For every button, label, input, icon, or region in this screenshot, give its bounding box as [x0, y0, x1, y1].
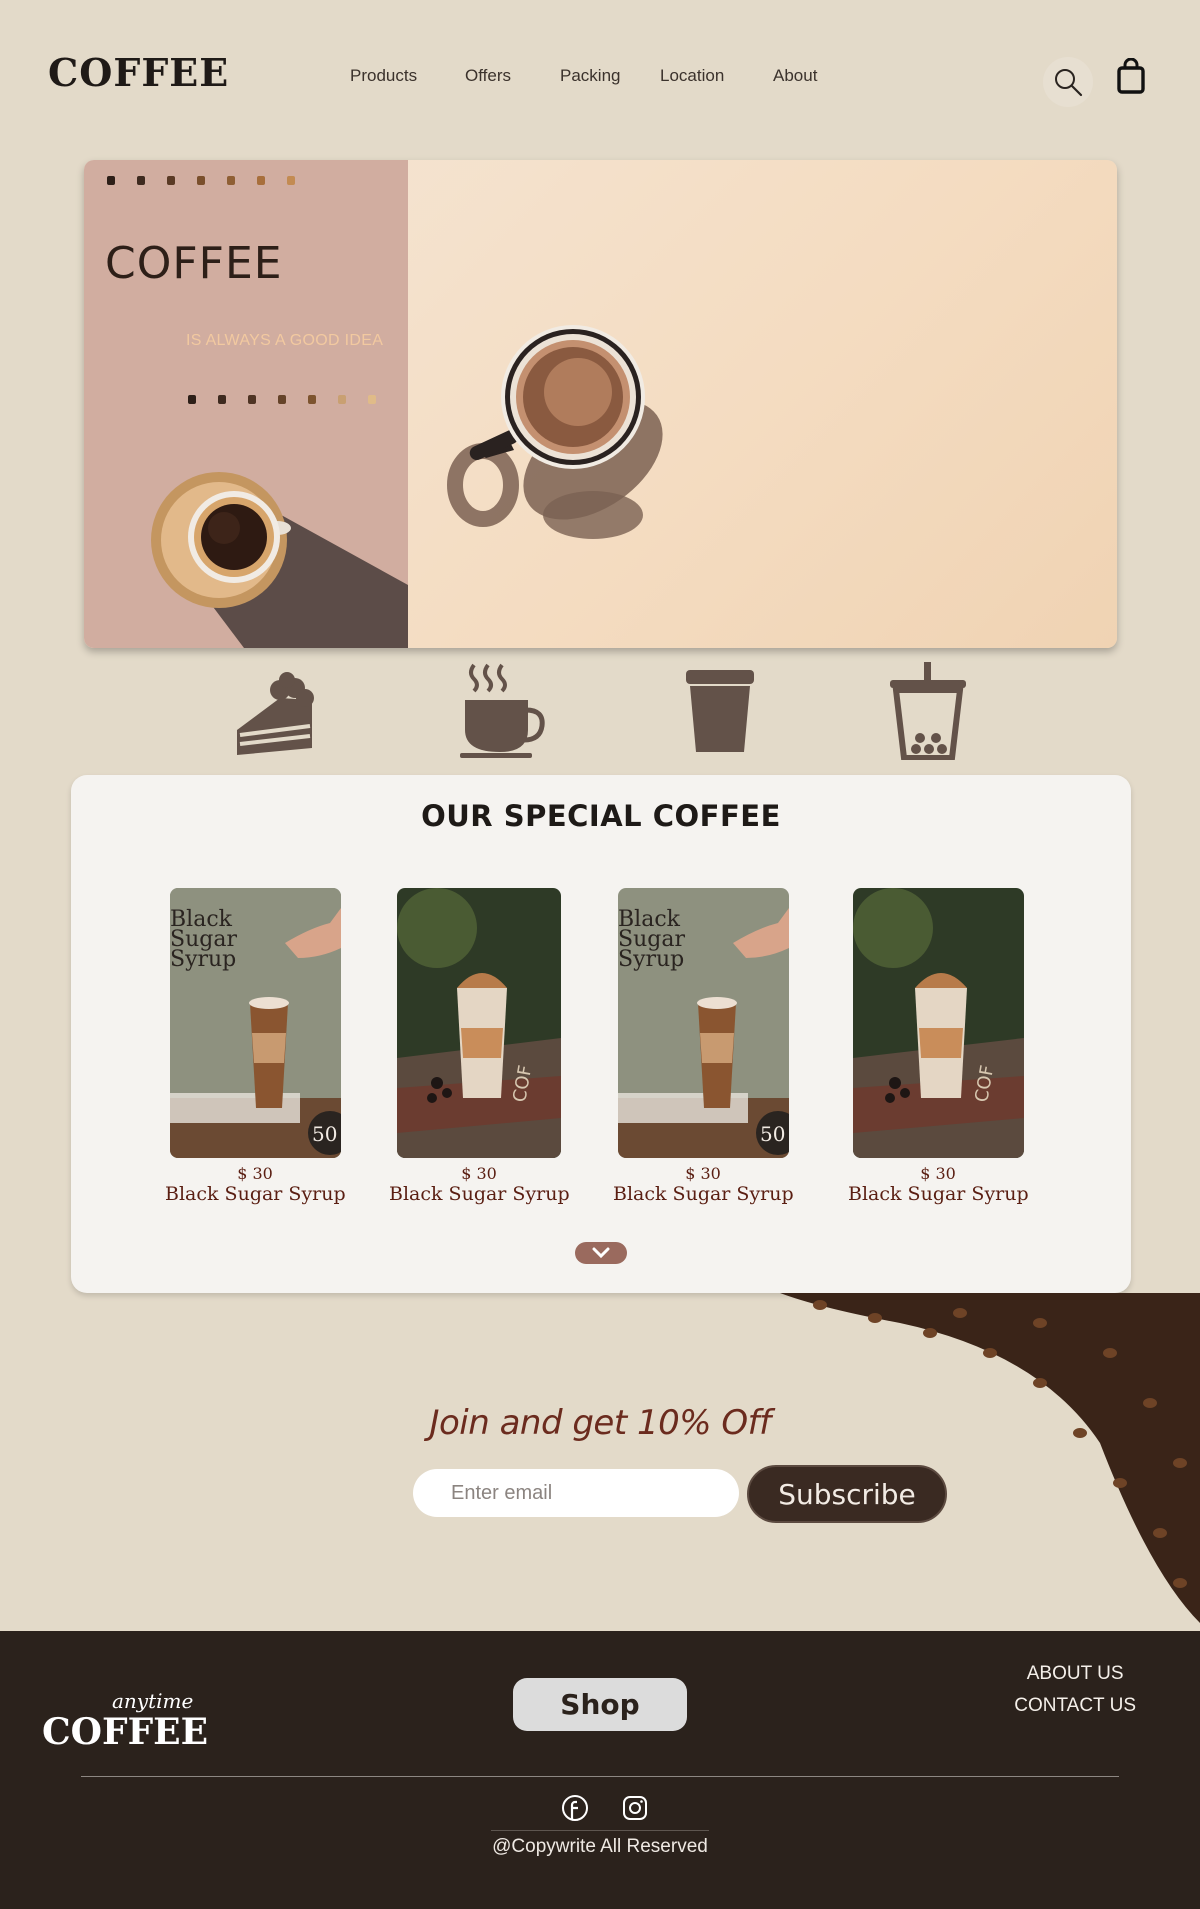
svg-text:Syrup: Syrup: [618, 947, 684, 972]
hero-subtitle: IS ALWAYS A GOOD IDEA: [186, 332, 384, 349]
hero-text-panel: COFFEE IS ALWAYS A GOOD IDEA: [84, 160, 408, 648]
discount-badge: 50: [312, 1122, 337, 1146]
product-name: Black Sugar Syrup: [848, 1183, 1029, 1205]
nav-link-packing[interactable]: Packing: [560, 66, 620, 86]
subscribe-button[interactable]: Subscribe: [747, 1465, 947, 1523]
hero-banner: COFFEE IS ALWAYS A GOOD IDEA: [84, 160, 1117, 648]
newsletter-section: Join and get 10% Off Subscribe: [0, 1293, 1200, 1631]
product-image: Black Sugar Syrup 50: [617, 888, 789, 1158]
search-button[interactable]: [1043, 57, 1093, 107]
site-logo[interactable]: COFFEE: [48, 50, 229, 95]
nav-link-about[interactable]: About: [773, 66, 817, 86]
copyright-divider: [491, 1830, 709, 1831]
coffee-beans-image: [780, 1293, 1200, 1623]
copyright-text: @Copywrite All Reserved: [492, 1836, 708, 1857]
facebook-icon[interactable]: [561, 1794, 589, 1822]
product-price: $ 30: [237, 1164, 273, 1183]
shop-button[interactable]: Shop: [513, 1678, 687, 1731]
product-image: COF: [852, 888, 1024, 1158]
decor-dots-top: [107, 176, 295, 185]
instagram-icon[interactable]: [621, 1794, 649, 1822]
email-field[interactable]: [413, 1469, 739, 1517]
espresso-cup-image: [151, 472, 408, 648]
cake-slice-icon[interactable]: [232, 660, 317, 760]
product-price: $ 30: [461, 1164, 497, 1183]
nav-link-offers[interactable]: Offers: [465, 66, 511, 86]
product-card[interactable]: COF $ 30 Black Sugar Syrup: [848, 888, 1029, 1205]
takeaway-cup-icon[interactable]: [684, 660, 756, 760]
top-navigation: COFFEE Products Offers Packing Location …: [0, 0, 1200, 150]
product-price: $ 30: [920, 1164, 956, 1183]
hero-title: COFFEE: [105, 238, 283, 289]
decor-dots-bottom: [188, 395, 376, 404]
nav-link-location[interactable]: Location: [660, 66, 724, 86]
footer-divider: [81, 1776, 1119, 1777]
footer-link-about[interactable]: ABOUT US: [1014, 1663, 1136, 1685]
footer-links: ABOUT US CONTACT US: [1014, 1663, 1136, 1727]
product-card[interactable]: Black Sugar Syrup 50 $ 30 Black Sugar Sy…: [613, 888, 794, 1205]
product-price: $ 30: [685, 1164, 721, 1183]
product-card[interactable]: Black Sugar Syrup 50 $ 30 Black Sugar Sy…: [165, 888, 346, 1205]
search-icon: [1055, 69, 1083, 97]
chevron-down-icon: [592, 1247, 610, 1259]
footer-logo-word: COFFEE: [42, 1711, 209, 1753]
footer-logo-tagline: anytime: [112, 1689, 194, 1713]
footer-link-contact[interactable]: CONTACT US: [1014, 1695, 1136, 1717]
product-name: Black Sugar Syrup: [165, 1183, 346, 1205]
product-name: Black Sugar Syrup: [389, 1183, 570, 1205]
section-title: OUR SPECIAL COFFEE: [421, 799, 781, 833]
site-footer: anytime COFFEE Shop ABOUT US CONTACT US …: [0, 1631, 1200, 1909]
product-name: Black Sugar Syrup: [613, 1183, 794, 1205]
special-coffee-section: OUR SPECIAL COFFEE Black Sugar Syrup 50 …: [71, 775, 1131, 1293]
hot-coffee-cup-icon[interactable]: [460, 660, 546, 760]
product-image: Black Sugar Syrup 50: [169, 888, 341, 1158]
shopping-bag-icon[interactable]: [1116, 58, 1146, 94]
product-image: COF: [397, 888, 561, 1158]
svg-text:Syrup: Syrup: [170, 947, 236, 972]
discount-badge: 50: [760, 1122, 785, 1146]
show-more-button[interactable]: [575, 1242, 627, 1264]
nav-link-products[interactable]: Products: [350, 66, 417, 86]
newsletter-headline: Join and get 10% Off: [429, 1403, 771, 1443]
latte-mug-image: [447, 325, 663, 539]
bubble-tea-icon[interactable]: [888, 660, 968, 760]
product-card[interactable]: COF $ 30 Black Sugar Syrup: [389, 888, 570, 1205]
